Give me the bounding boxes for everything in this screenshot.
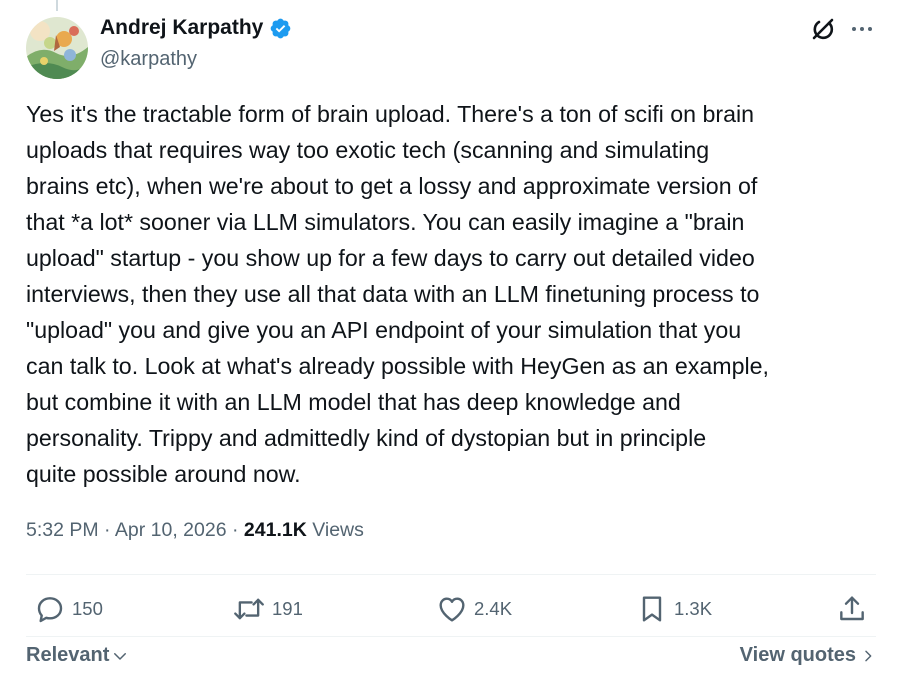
more-icon[interactable] <box>848 16 876 42</box>
repost-icon <box>234 598 264 620</box>
view-quotes-label: View quotes <box>739 644 856 666</box>
sort-label: Relevant <box>26 644 110 666</box>
chevron-right-icon <box>865 650 872 661</box>
author-handle[interactable]: @karpathy <box>100 48 197 71</box>
like-icon <box>439 597 465 622</box>
reply-icon <box>37 597 63 623</box>
tweet-text: Yes it's the tractable form of brain upl… <box>26 101 769 487</box>
like-count: 2.4K <box>474 598 513 619</box>
views-count[interactable]: 241.1K <box>244 519 307 541</box>
meta-separator: · <box>231 519 239 541</box>
replies-header: Relevant View quotes <box>26 644 876 672</box>
bookmark-button[interactable]: 1.3K <box>636 593 712 625</box>
chevron-down-icon <box>114 652 127 660</box>
reply-count: 150 <box>72 598 103 619</box>
verified-badge-icon[interactable] <box>269 17 292 40</box>
divider-top <box>26 574 876 575</box>
share-icon <box>840 596 864 621</box>
bookmark-icon <box>642 596 662 622</box>
divider-bottom <box>26 636 876 637</box>
sort-dropdown[interactable]: Relevant <box>26 644 129 667</box>
like-button[interactable]: 2.4K <box>436 593 512 625</box>
action-bar: 150 191 2.4K 1.3K <box>0 593 902 627</box>
author-display-name[interactable]: Andrej Karpathy <box>100 16 263 40</box>
tweet-time[interactable]: 5:32 PM <box>26 519 99 541</box>
avatar-image <box>26 17 88 79</box>
view-quotes-link[interactable]: View quotes <box>740 644 876 667</box>
reply-button[interactable]: 150 <box>34 593 103 625</box>
bookmark-count: 1.3K <box>674 598 713 619</box>
tweet-meta: 5:32 PM · Apr 10, 2026 · 241.1K Views <box>26 519 364 542</box>
views-label: Views <box>312 519 364 541</box>
repost-count: 191 <box>272 598 303 619</box>
grok-icon[interactable] <box>808 14 838 44</box>
meta-separator: · <box>104 519 111 541</box>
author-name-row: Andrej Karpathy <box>100 16 292 40</box>
avatar[interactable] <box>26 17 88 79</box>
repost-button[interactable]: 191 <box>232 593 303 625</box>
tweet-date[interactable]: Apr 10, 2026 <box>115 519 227 541</box>
share-button[interactable] <box>836 593 868 625</box>
thread-connector-line <box>56 0 58 11</box>
